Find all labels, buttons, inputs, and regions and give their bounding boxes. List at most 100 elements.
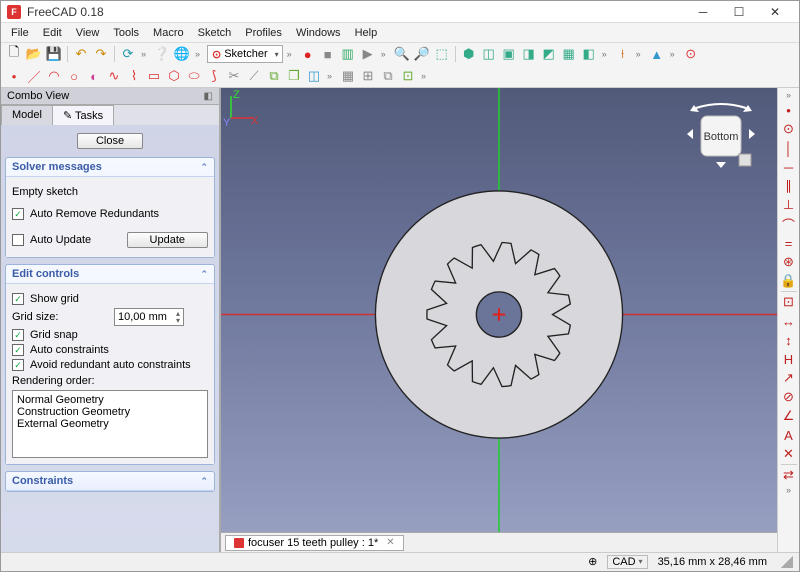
constraint-coincident-icon[interactable]: • — [780, 101, 798, 119]
constraint-perpendicular-icon[interactable]: ⊥ — [780, 196, 798, 214]
macro-list-icon[interactable]: ▥ — [339, 45, 357, 63]
view-rear-icon[interactable]: ◩ — [540, 45, 558, 63]
menu-view[interactable]: View — [70, 25, 106, 41]
refresh-icon[interactable]: ⟳ — [119, 45, 137, 63]
constraint-internal-icon[interactable]: ✕ — [780, 445, 798, 463]
document-tab[interactable]: focuser 15 teeth pulley : 1* ✕ — [225, 535, 404, 551]
redo-icon[interactable]: ↷ — [92, 45, 110, 63]
constraint-toggle-icon[interactable]: ⇄ — [780, 466, 798, 484]
zoom-fit-icon[interactable]: 🔍 — [393, 45, 411, 63]
avoid-redundant-checkbox[interactable]: ✓ — [12, 359, 24, 371]
collapse-icon[interactable]: ⌃ — [200, 269, 208, 280]
constraint-lock-icon[interactable]: ⊡ — [780, 293, 798, 311]
constraints-header[interactable]: Constraints ⌃ — [6, 472, 214, 491]
zoom-select-icon[interactable]: 🔎 — [413, 45, 431, 63]
view-right-icon[interactable]: ◨ — [520, 45, 538, 63]
constraint-horizontal-icon[interactable]: ─ — [780, 158, 798, 176]
menu-windows[interactable]: Windows — [290, 25, 347, 41]
3d-viewport[interactable]: Bottom Z X Y focuser 15 teeth pulley : 1… — [221, 88, 777, 552]
view-front-icon[interactable]: ◫ — [480, 45, 498, 63]
view-bottom-icon[interactable]: ▦ — [560, 45, 578, 63]
open-file-icon[interactable]: 📂 — [25, 45, 43, 63]
collapse-icon[interactable]: ⌃ — [200, 476, 208, 487]
view-cube[interactable]: Bottom — [681, 98, 761, 178]
menu-help[interactable]: Help — [349, 25, 384, 41]
sketch-extend-icon[interactable]: ⟋ — [245, 67, 263, 85]
constraint-parallel-icon[interactable]: ∥ — [780, 177, 798, 195]
sketch-external-icon[interactable]: ⧉ — [265, 67, 283, 85]
sketch-arc-icon[interactable]: ◠ — [45, 67, 63, 85]
sketch-point-icon[interactable]: • — [5, 67, 23, 85]
constraint-block-icon[interactable]: 🔒 — [780, 272, 798, 290]
sketch-polygon-icon[interactable]: ⬡ — [165, 67, 183, 85]
toolbar-overflow-icon[interactable]: » — [195, 49, 203, 59]
render-order-list[interactable]: Normal Geometry Construction Geometry Ex… — [12, 390, 208, 458]
tool-clone-icon[interactable]: ⊞ — [359, 67, 377, 85]
grid-snap-checkbox[interactable]: ✓ — [12, 329, 24, 341]
constraint-vdist-icon[interactable]: ↕ — [780, 331, 798, 349]
auto-constraints-checkbox[interactable]: ✓ — [12, 344, 24, 356]
constraint-equal-icon[interactable]: = — [780, 234, 798, 252]
sketch-rect-icon[interactable]: ▭ — [145, 67, 163, 85]
sketch-fillet-icon[interactable]: ⟆ — [205, 67, 223, 85]
toolbar-overflow-icon[interactable]: » — [421, 71, 429, 81]
sketch-conic-icon[interactable]: ◐ — [85, 67, 103, 85]
tab-close-icon[interactable]: ✕ — [386, 537, 394, 548]
menu-macro[interactable]: Macro — [147, 25, 190, 41]
toolbar-overflow-icon[interactable]: » — [327, 71, 335, 81]
update-button[interactable]: Update — [127, 232, 208, 248]
menu-edit[interactable]: Edit — [37, 25, 68, 41]
toolbar-overflow-icon[interactable]: » — [381, 49, 389, 59]
undo-icon[interactable]: ↶ — [72, 45, 90, 63]
view-iso-icon[interactable]: ⬢ — [460, 45, 478, 63]
toolbar-overflow-icon[interactable]: » — [636, 49, 644, 59]
part-link-icon[interactable]: ▲ — [648, 45, 666, 63]
sketch-line-icon[interactable]: ／ — [25, 67, 43, 85]
constraint-point-on-icon[interactable]: ⊙ — [780, 120, 798, 138]
panel-float-icon[interactable]: ◧ — [204, 91, 213, 102]
toolbar-overflow-icon[interactable]: » — [602, 49, 610, 59]
resize-grip-icon[interactable] — [781, 556, 793, 568]
measure-icon[interactable]: ⟊ — [614, 45, 632, 63]
sketch-polyline-icon[interactable]: ⌇ — [125, 67, 143, 85]
auto-remove-checkbox[interactable]: ✓ — [12, 208, 24, 220]
view-left-icon[interactable]: ◧ — [580, 45, 598, 63]
web-icon[interactable]: 🌐 — [173, 45, 191, 63]
list-item[interactable]: External Geometry — [17, 418, 203, 430]
auto-update-checkbox[interactable] — [12, 234, 24, 246]
menu-sketch[interactable]: Sketch — [192, 25, 238, 41]
toolbar-overflow-icon[interactable]: » — [141, 49, 149, 59]
constraint-symmetric-icon[interactable]: ⊛ — [780, 253, 798, 271]
view-axo-icon[interactable]: ⬚ — [433, 45, 451, 63]
edit-header[interactable]: Edit controls ⌃ — [6, 265, 214, 284]
new-file-icon[interactable]: 🗋 — [5, 45, 23, 63]
maximize-button[interactable]: ☐ — [721, 2, 757, 22]
nav-style-selector[interactable]: CAD — [607, 555, 647, 569]
menu-tools[interactable]: Tools — [107, 25, 145, 41]
toolbar-overflow-icon[interactable]: » — [785, 485, 793, 495]
sketch-construction-icon[interactable]: ◫ — [305, 67, 323, 85]
collapse-icon[interactable]: ⌃ — [200, 162, 208, 173]
close-sketch-button[interactable]: Close — [77, 133, 143, 149]
constraint-length-icon[interactable]: H — [780, 350, 798, 368]
tab-tasks[interactable]: ✎ Tasks — [52, 105, 114, 125]
sketch-carbon-icon[interactable]: ❐ — [285, 67, 303, 85]
macro-stop-icon[interactable]: ■ — [319, 45, 337, 63]
toolbar-overflow-icon[interactable]: » — [287, 49, 295, 59]
sketch-slot-icon[interactable]: ⬭ — [185, 67, 203, 85]
grid-size-input[interactable]: 10,00 mm ▴▾ — [114, 308, 184, 326]
constraint-vertical-icon[interactable]: │ — [780, 139, 798, 157]
toolbar-overflow-icon[interactable]: » — [785, 90, 793, 100]
help-icon[interactable]: ❔ — [153, 45, 171, 63]
toolbar-overflow-icon[interactable]: » — [670, 49, 678, 59]
spinner-icon[interactable]: ▴▾ — [176, 310, 180, 324]
constraint-radius-icon[interactable]: ↗ — [780, 369, 798, 387]
sketch-circle-icon[interactable]: ○ — [65, 67, 83, 85]
workbench-selector[interactable]: ⊙ Sketcher — [207, 45, 283, 63]
close-button[interactable]: ✕ — [757, 2, 793, 22]
minimize-button[interactable]: ─ — [685, 2, 721, 22]
constraint-snell-icon[interactable]: A — [780, 426, 798, 444]
constraint-angle-icon[interactable]: ∠ — [780, 407, 798, 425]
sketch-trim-icon[interactable]: ✂ — [225, 67, 243, 85]
menu-profiles[interactable]: Profiles — [239, 25, 288, 41]
